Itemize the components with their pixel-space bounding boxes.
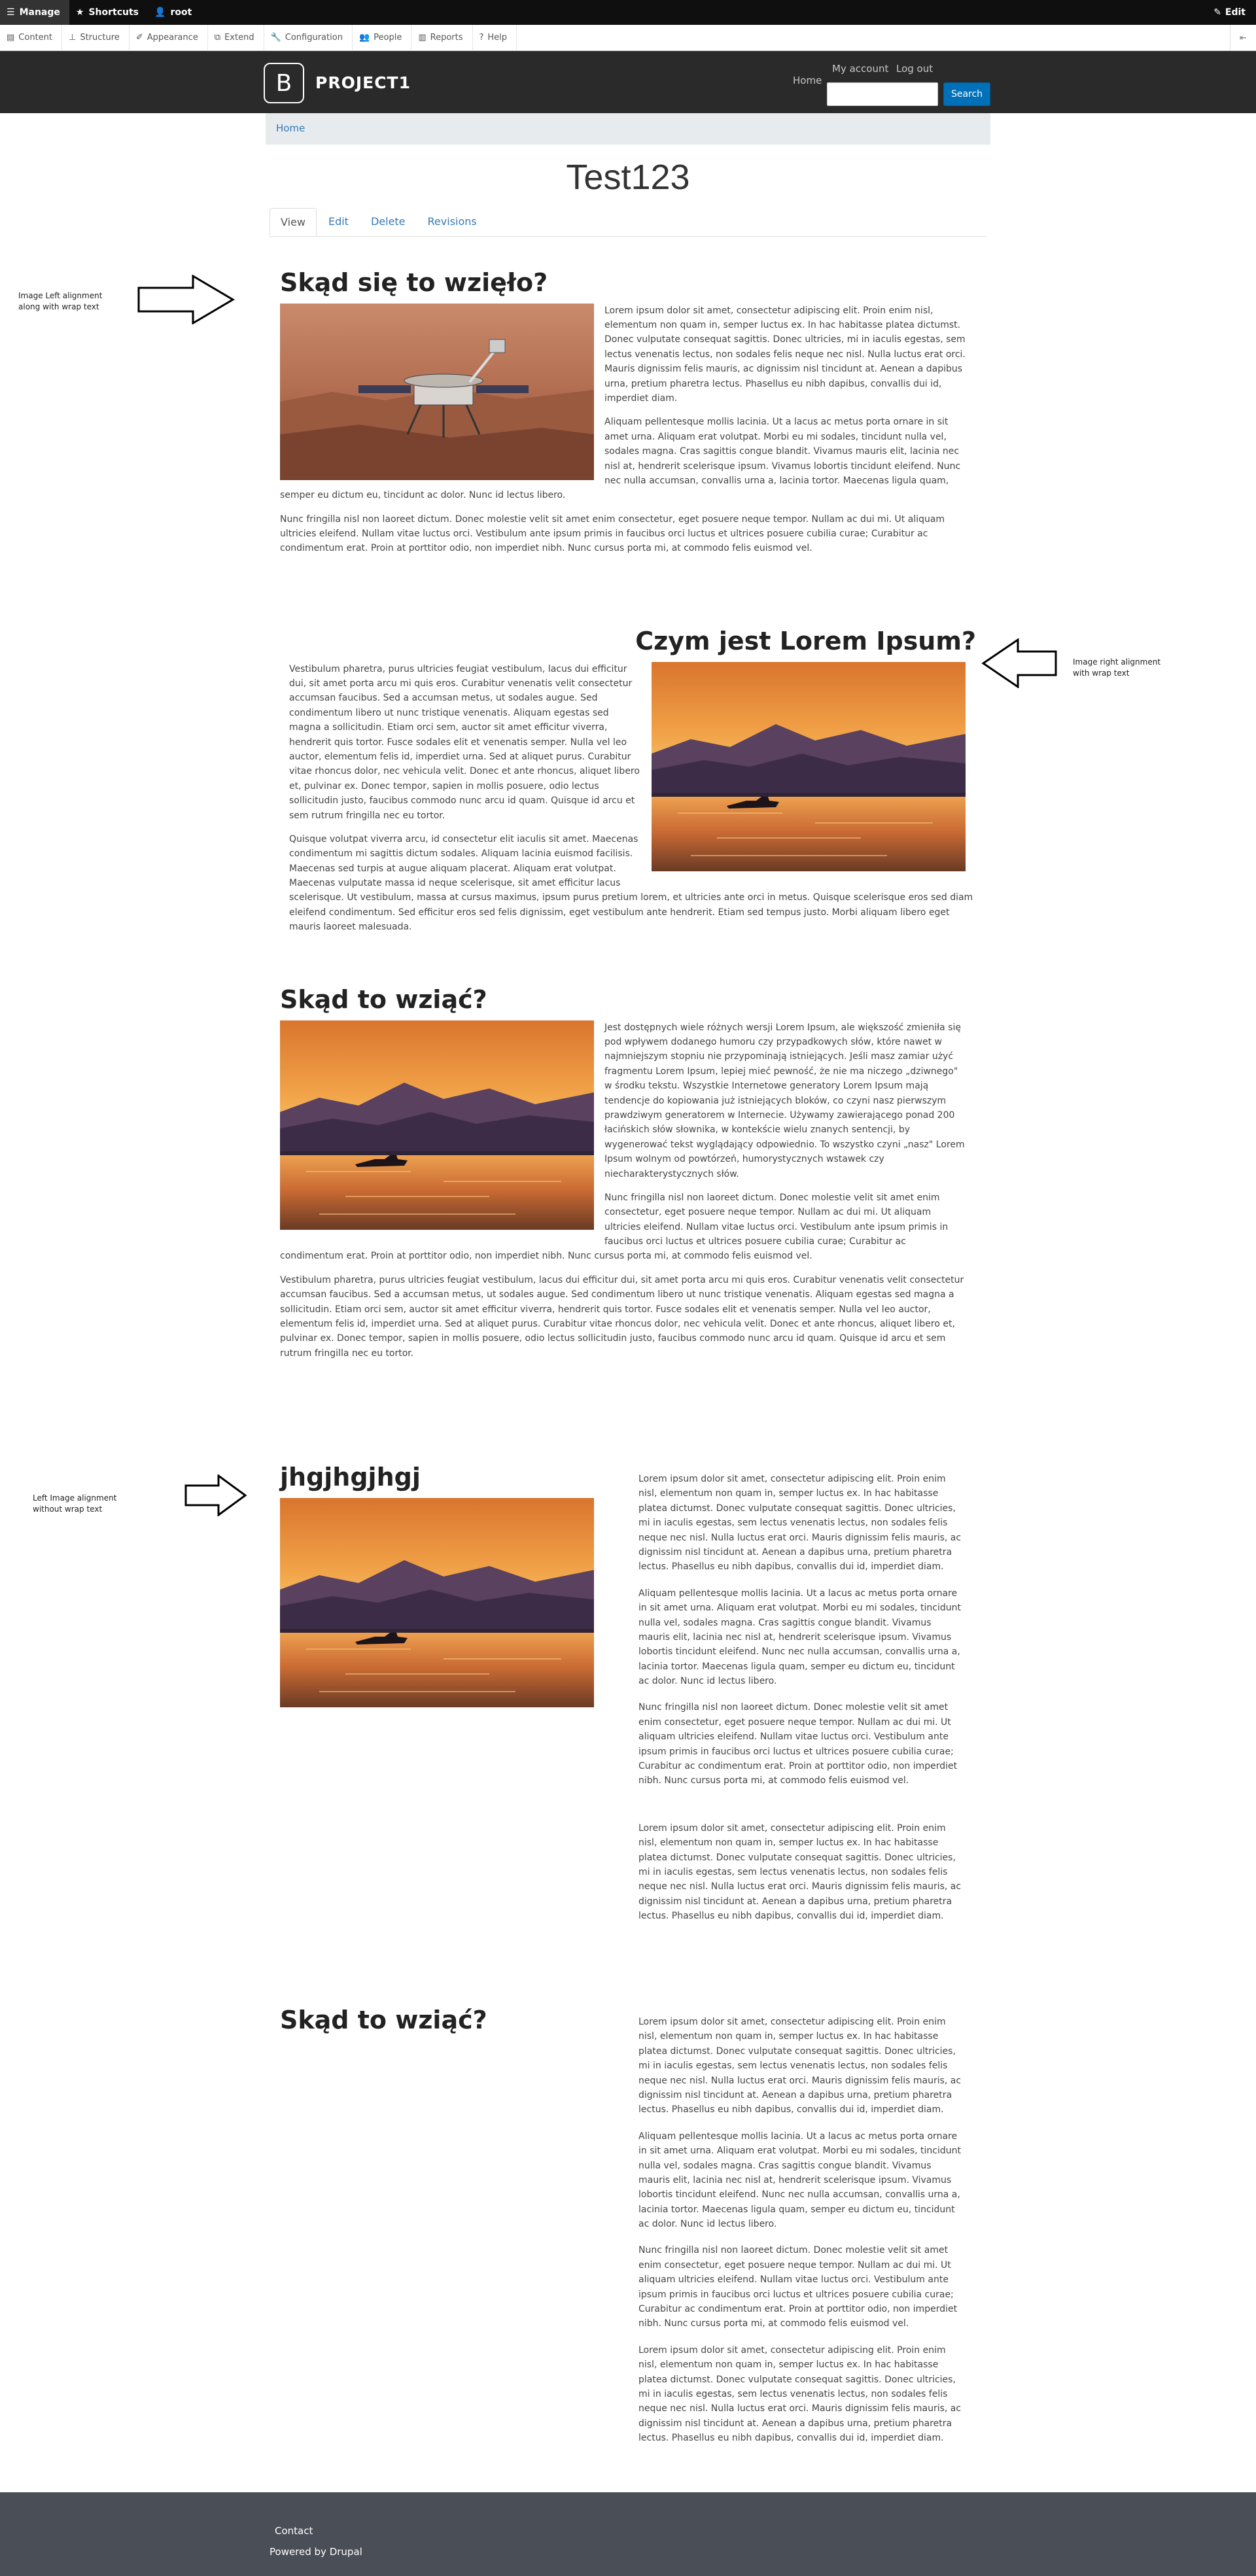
nav-home-link[interactable]: Home [793,75,822,86]
breadcrumb-home-link[interactable]: Home [276,122,305,134]
section-4-paragraph: Nunc fringilla nisl non laoreet dictum. … [638,1702,958,1786]
contact-link[interactable]: Contact [275,2525,313,2537]
sunset-lake-image [652,662,966,871]
help-icon: ? [479,33,484,43]
wrench-icon: 🔧 [270,33,281,43]
puzzle-icon: ⧉ [214,33,221,43]
tab-edit[interactable]: Edit [318,208,359,236]
star-icon: ★ [75,7,84,18]
section-5-paragraph: Aliquam pellentesque mollis lacinia. Ut … [638,2131,961,2230]
section-5-text-column: Lorem ipsum dolor sit amet, consectetur … [638,2015,966,2458]
mars-lander-image [280,304,594,480]
section-4-title: jhgjhgjhgj [280,1463,421,1491]
admin-tray: ▤ Content ⊥ Structure ✐ Appearance ⧉ Extend … [0,24,1256,51]
site-header: B PROJECT1 Home My account Log out Searc… [0,51,1256,113]
section-4-paragraph: Lorem ipsum dolor sit amet, consectetur … [638,1474,962,1573]
user-icon: 👤 [154,7,166,18]
tray-item-extend[interactable]: ⧉ Extend [208,24,264,51]
local-tasks-tabs: View Edit Delete Revisions [270,208,986,237]
tab-delete[interactable]: Delete [360,208,416,236]
section-4-paragraph: Aliquam pellentesque mollis lacinia. Ut … [638,1588,961,1687]
section-3-title: Skąd to wziąć? [280,985,487,1014]
sunset-lake-image [280,1498,594,1707]
collapse-tray-icon[interactable]: ⇤ [1230,25,1256,51]
admin-toolbar: ☰ Manage ★ Shortcuts 👤 root ✎ Edit [0,0,1256,25]
search-input[interactable] [827,82,938,106]
brush-icon: ✐ [135,33,143,43]
site-name[interactable]: PROJECT1 [315,73,411,92]
people-icon: 👥 [358,33,370,43]
annotation-text-1: Image Left alignment along with wrap tex… [18,291,103,311]
tray-item-reports[interactable]: ▥ Reports [411,24,473,51]
section-1-paragraph: Nunc fringilla nisl non laoreet dictum. … [280,513,945,554]
edit-button[interactable]: ✎ Edit [1213,0,1246,25]
section-4: jhgjhgjhgj [280,1463,594,1707]
section-5-title: Skąd to wziąć? [280,2006,487,2034]
shortcuts-button[interactable]: ★ Shortcuts [69,0,148,25]
section-5: Skąd to wziąć? [280,2006,487,2041]
hamburger-icon: ☰ [7,7,15,18]
sunset-lake-image [280,1020,594,1230]
file-icon: ▤ [7,33,15,43]
section-5-paragraph: Nunc fringilla nisl non laoreet dictum. … [638,2245,958,2329]
user-button[interactable]: 👤 root [148,0,201,25]
section-2: Czym jest Lorem Ipsum? Vestibulum pharet… [289,627,976,944]
section-4-text-column: Lorem ipsum dolor sit amet, consectetur … [638,1472,966,1936]
search-button[interactable]: Search [943,82,990,106]
section-4-paragraph: Lorem ipsum dolor sit amet, consectetur … [638,1822,962,1922]
arrow-left-icon [981,638,1057,688]
bar-chart-icon: ▥ [418,33,427,43]
section-2-title: Czym jest Lorem Ipsum? [635,627,976,655]
tray-item-help[interactable]: ? Help [473,24,517,51]
sitemap-icon: ⊥ [69,33,77,43]
section-5-paragraph: Lorem ipsum dolor sit amet, consectetur … [638,2017,962,2115]
section-5-paragraph: Lorem ipsum dolor sit amet, consectetur … [638,2344,962,2444]
tray-item-structure[interactable]: ⊥ Structure [62,24,130,51]
arrow-right-icon [184,1474,247,1516]
site-logo[interactable]: B [264,63,304,103]
section-3-paragraph: Vestibulum pharetra, purus ultricies feu… [280,1274,964,1359]
my-account-link[interactable]: My account [832,63,888,75]
annotation-text-2: Image right alignment with wrap text [1073,657,1161,678]
tab-view[interactable]: View [270,208,317,236]
log-out-link[interactable]: Log out [896,63,933,75]
breadcrumb: Home [266,113,990,145]
annotation-text-3: Left Image alignment without wrap text [33,1493,117,1514]
tray-item-configuration[interactable]: 🔧 Configuration [264,24,353,51]
tray-item-content[interactable]: ▤ Content [0,24,62,51]
tray-item-appearance[interactable]: ✐ Appearance [130,24,208,51]
section-1: Skąd się to wzięło? Lorem ipsum dolor si… [280,268,967,565]
powered-by-drupal[interactable]: Powered by Drupal [270,2546,362,2558]
manage-button[interactable]: ☰ Manage [0,0,69,25]
site-footer: Contact Powered by Drupal [0,2492,1256,2576]
page-title: Test123 [566,158,690,197]
tray-item-people[interactable]: 👥 People [353,24,412,51]
section-3: Skąd to wziąć? Jest dostępnych wiele róż… [280,985,967,1370]
pencil-icon: ✎ [1213,7,1221,18]
arrow-right-icon [137,275,235,324]
section-1-title: Skąd się to wzięło? [280,268,548,297]
tab-revisions[interactable]: Revisions [417,208,487,236]
